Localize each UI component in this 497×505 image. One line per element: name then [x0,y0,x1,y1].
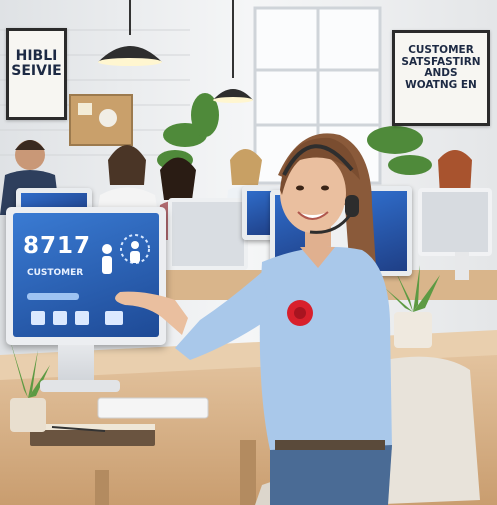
customer-service-agent [115,133,392,505]
call-center-scene: HIBLI SEIVIE CUSTOMER SATSFASTIRN ANDS W… [0,0,497,505]
